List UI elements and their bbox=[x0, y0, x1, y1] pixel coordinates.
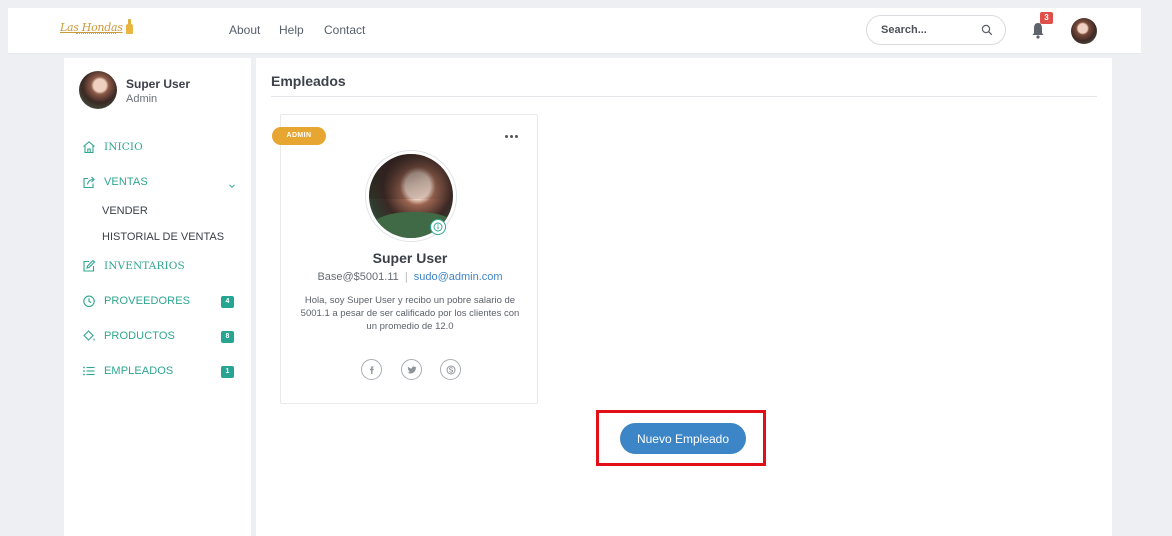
home-icon bbox=[83, 141, 95, 154]
logo-underline bbox=[76, 33, 116, 35]
sidebar-item-label: VENTAS bbox=[104, 176, 148, 188]
notifications-button[interactable]: 3 bbox=[1030, 12, 1053, 40]
sidebar-item-label: INVENTARIOS bbox=[104, 260, 185, 272]
edit-icon bbox=[83, 259, 96, 272]
employee-name: Super User bbox=[372, 250, 448, 266]
search-icon[interactable] bbox=[981, 24, 993, 36]
paint-bucket-icon bbox=[83, 330, 95, 341]
search-box bbox=[866, 15, 1006, 45]
sidebar-item-label: PROVEEDORES bbox=[104, 295, 191, 307]
sidebar-item-label: INICIO bbox=[104, 141, 143, 153]
sidebar-item-label: EMPLEADOS bbox=[104, 365, 174, 377]
sidebar-item-productos[interactable]: PRODUCTOS bbox=[82, 329, 175, 343]
sidebar-subitem-historial-de-ventas[interactable]: HISTORIAL DE VENTAS bbox=[102, 231, 224, 243]
clock-icon bbox=[83, 295, 95, 308]
social-links bbox=[361, 359, 461, 381]
contact-separator: | bbox=[404, 271, 408, 283]
empleados-count-badge: 1 bbox=[221, 366, 234, 378]
list-icon bbox=[83, 366, 95, 376]
search-input[interactable] bbox=[881, 22, 971, 38]
share-icon bbox=[83, 176, 95, 189]
nav-link-about[interactable]: About bbox=[229, 23, 260, 37]
employee-card: ADMIN Super User Base@$5001.11 | sudo@ad… bbox=[272, 114, 539, 404]
sidebar-item-empleados[interactable]: EMPLEADOS bbox=[82, 364, 173, 378]
sidebar-item-label: PRODUCTOS bbox=[104, 330, 175, 342]
sidebar: Super User Admin INICIO VENTAS VENDER HI… bbox=[64, 58, 251, 536]
brand-logo[interactable]: Las Hondas bbox=[60, 19, 144, 41]
highlight-box bbox=[596, 410, 766, 466]
sidebar-item-inventarios[interactable]: INVENTARIOS bbox=[82, 259, 185, 273]
employee-contact: Base@$5001.11 | sudo@admin.com bbox=[281, 271, 539, 283]
skype-icon[interactable] bbox=[440, 359, 461, 380]
title-divider bbox=[271, 96, 1097, 97]
bottle-icon bbox=[126, 19, 133, 35]
sidebar-subitem-vender[interactable]: VENDER bbox=[102, 205, 148, 217]
sidebar-user-name: Super User bbox=[126, 77, 191, 91]
facebook-icon[interactable] bbox=[361, 359, 382, 380]
sidebar-item-inicio[interactable]: INICIO bbox=[82, 140, 143, 154]
top-navbar: Las Hondas About Help Contact 3 bbox=[8, 8, 1141, 54]
notification-count-badge: 3 bbox=[1040, 12, 1053, 24]
employee-email-link[interactable]: sudo@admin.com bbox=[414, 271, 503, 283]
twitter-icon[interactable] bbox=[400, 359, 422, 380]
nav-link-help[interactable]: Help bbox=[279, 23, 304, 37]
role-badge: ADMIN bbox=[272, 127, 326, 145]
info-status-icon bbox=[430, 219, 446, 235]
sidebar-user-avatar bbox=[79, 71, 117, 109]
more-options-icon[interactable] bbox=[504, 133, 520, 139]
sidebar-item-proveedores[interactable]: PROVEEDORES bbox=[82, 294, 190, 308]
employee-bio: Hola, soy Super User y recibo un pobre s… bbox=[300, 295, 520, 332]
nav-link-contact[interactable]: Contact bbox=[324, 23, 365, 37]
chevron-down-icon[interactable] bbox=[228, 182, 236, 190]
sidebar-user-role: Admin bbox=[126, 93, 158, 105]
productos-count-badge: 8 bbox=[221, 331, 234, 343]
employee-base: Base@$5001.11 bbox=[317, 271, 399, 283]
page-title: Empleados bbox=[271, 73, 346, 89]
user-avatar-menu[interactable] bbox=[1071, 18, 1097, 44]
sidebar-item-ventas[interactable]: VENTAS bbox=[82, 175, 148, 189]
proveedores-count-badge: 4 bbox=[221, 296, 234, 308]
